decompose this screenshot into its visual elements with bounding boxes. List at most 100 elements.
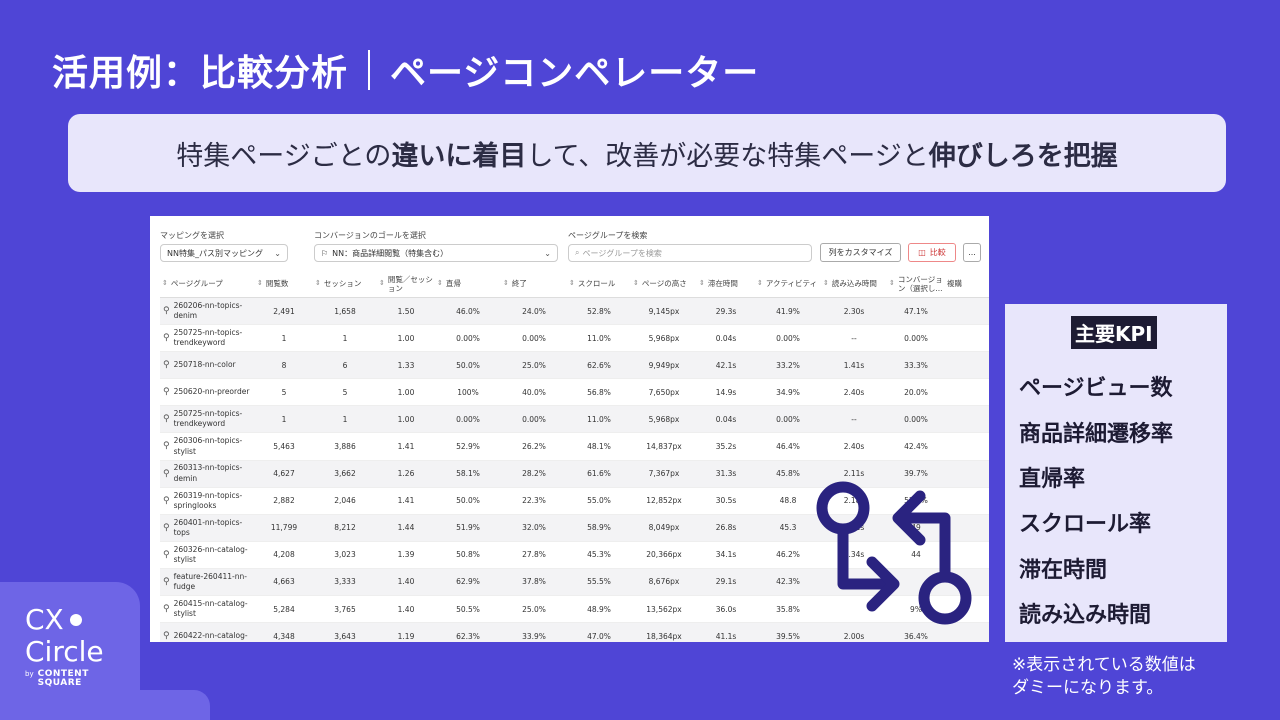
table-cell: 0.04s xyxy=(715,333,737,343)
pin-icon[interactable]: ⚲ xyxy=(163,332,170,344)
compare-icon: ◫ xyxy=(918,248,926,257)
table-cell: 45.8% xyxy=(776,469,800,479)
pin-icon[interactable]: ⚲ xyxy=(163,413,170,425)
column-header[interactable]: ⇕ コンバージョン（選択し... xyxy=(887,275,945,293)
table-row[interactable]: ⚲ 260306-nn-topics-stylist 5,463 3,886 1.41 5… xyxy=(160,433,989,461)
table-cell: 1.41s xyxy=(843,360,865,370)
table-cell: 1.19 xyxy=(397,631,415,641)
table-cell: 20.0% xyxy=(904,387,928,397)
table-cell: 1 xyxy=(281,414,287,424)
pin-icon[interactable]: ⚲ xyxy=(163,576,170,588)
table-cell: 37.8% xyxy=(522,577,546,587)
goal-select[interactable]: ⚐ NN：商品詳細閲覧（特集含む） ⌄ xyxy=(314,244,558,262)
page-group-name[interactable]: 260313-nn-topics-demin xyxy=(174,463,255,483)
search-input[interactable]: ⌕ ページグループを検索 xyxy=(568,244,812,262)
column-header[interactable]: ⇕ 滞在時間 xyxy=(697,279,755,288)
table-cell: 18,364px xyxy=(646,631,682,641)
table-cell: 5,968px xyxy=(648,414,680,424)
table-cell: 1.41 xyxy=(397,496,415,506)
compare-arrows-icon xyxy=(816,481,972,625)
column-header[interactable]: ⇕ 閲覧数 xyxy=(255,279,313,288)
logo-background-tail xyxy=(140,690,210,720)
page-group-name[interactable]: 260319-nn-topics-springlooks xyxy=(174,491,255,511)
more-button[interactable]: ... xyxy=(963,243,981,262)
logo-circle: Circle xyxy=(25,635,104,668)
page-group-name[interactable]: feature-260411-nn-fudge xyxy=(174,572,255,592)
table-cell: 11.0% xyxy=(587,333,611,343)
table-cell: 2,882 xyxy=(273,496,295,506)
column-header[interactable]: ⇕ ページグループ xyxy=(160,279,255,288)
pin-icon[interactable]: ⚲ xyxy=(163,630,170,642)
table-cell: 3,643 xyxy=(334,631,356,641)
page-group-name[interactable]: 250620-nn-preorder xyxy=(174,387,250,397)
table-cell: 41.1s xyxy=(715,631,737,641)
table-cell: 0.00% xyxy=(904,414,928,424)
column-header[interactable]: ⇕ 読み込み時間 xyxy=(821,279,887,288)
table-cell: 50.0% xyxy=(456,360,480,370)
column-header[interactable]: ⇕ ページの高さ xyxy=(631,279,697,288)
column-header[interactable]: 複購 xyxy=(945,279,965,288)
table-row[interactable]: ⚲ 250620-nn-preorder 5 5 1.00 100% 40.0% 56.8% 7… xyxy=(160,379,989,407)
table-cell: 62.9% xyxy=(456,577,480,587)
table-cell: 2.40s xyxy=(843,442,865,452)
column-header-label: アクティビティ xyxy=(765,279,818,288)
table-cell: 42.4% xyxy=(904,442,928,452)
compare-button[interactable]: ◫ 比較 xyxy=(908,243,956,262)
table-cell: 2.40s xyxy=(843,387,865,397)
table-cell: 1.00 xyxy=(397,387,415,397)
table-cell: 27.8% xyxy=(522,550,546,560)
table-cell: 5,968px xyxy=(648,333,680,343)
mapping-select[interactable]: NN特集_パス別マッピング ⌄ xyxy=(160,244,288,262)
table-cell: 13,562px xyxy=(646,604,682,614)
pin-icon[interactable]: ⚲ xyxy=(163,522,170,534)
table-cell: 1.26 xyxy=(397,469,415,479)
table-cell: 4,348 xyxy=(273,631,295,641)
table-cell: 2,046 xyxy=(334,496,356,506)
table-cell: 2.00s xyxy=(843,631,865,641)
pin-icon[interactable]: ⚲ xyxy=(163,440,170,452)
page-group-name[interactable]: 250725-nn-topics-trendkeyword xyxy=(174,328,255,348)
pin-icon[interactable]: ⚲ xyxy=(163,495,170,507)
table-cell: 8,212 xyxy=(334,523,356,533)
table-cell: 20,366px xyxy=(646,550,682,560)
table-cell: 50.0% xyxy=(456,496,480,506)
customize-columns-button[interactable]: 列をカスタマイズ xyxy=(820,243,901,262)
pin-icon[interactable]: ⚲ xyxy=(163,359,170,371)
table-cell: 4,208 xyxy=(273,550,295,560)
page-group-cell: ⚲ 260306-nn-topics-stylist xyxy=(160,436,255,456)
column-header[interactable]: ⇕ 終了 xyxy=(501,279,567,288)
mapping-label: マッピングを選択 xyxy=(160,231,224,240)
column-header[interactable]: ⇕ セッション xyxy=(313,279,377,288)
search-placeholder: ページグループを検索 xyxy=(582,248,662,258)
note-line-2: ダミーになります。 xyxy=(1012,677,1164,698)
pin-icon[interactable]: ⚲ xyxy=(163,386,170,398)
page-group-name[interactable]: 260306-nn-topics-stylist xyxy=(174,436,255,456)
table-row[interactable]: ⚲ 250725-nn-topics-trendkeyword 1 1 1.00 0.00… xyxy=(160,325,989,353)
column-header[interactable]: ⇕ スクロール xyxy=(567,279,631,288)
column-header[interactable]: ⇕ 直帰 xyxy=(435,279,501,288)
page-group-name[interactable]: 260206-nn-topics-denim xyxy=(174,301,255,321)
table-cell: 24.0% xyxy=(522,306,546,316)
pin-icon[interactable]: ⚲ xyxy=(163,468,170,480)
pin-icon[interactable]: ⚲ xyxy=(163,305,170,317)
cx-circle-logo: CX Circle by CONTENT SQUARE xyxy=(25,604,104,689)
page-group-name[interactable]: 250718-nn-color xyxy=(174,360,236,370)
column-header[interactable]: ⇕ 閲覧／セッション xyxy=(377,275,435,293)
page-group-name[interactable]: 260326-nn-catalog-stylist xyxy=(174,545,255,565)
table-row[interactable]: ⚲ 260206-nn-topics-denim 2,491 1,658 1.50 46.… xyxy=(160,298,989,326)
page-group-name[interactable]: 260401-nn-topics-tops xyxy=(174,518,255,538)
table-cell: 7,650px xyxy=(648,387,680,397)
table-row[interactable]: ⚲ 250725-nn-topics-trendkeyword 1 1 1.00 0.00… xyxy=(160,406,989,434)
page-group-name[interactable]: 250725-nn-topics-trendkeyword xyxy=(174,409,255,429)
table-row[interactable]: ⚲ 250718-nn-color 8 6 1.33 50.0% 25.0% 62.6% 9,9… xyxy=(160,352,989,380)
page-group-name[interactable]: 260422-nn-catalog- xyxy=(174,631,248,641)
pin-icon[interactable]: ⚲ xyxy=(163,603,170,615)
column-header[interactable]: ⇕ アクティビティ xyxy=(755,279,821,288)
table-cell: 8,049px xyxy=(648,523,680,533)
pin-icon[interactable]: ⚲ xyxy=(163,549,170,561)
column-header-label: ページグループ xyxy=(170,279,223,288)
kpi-item-load-time: 読み込み時間 xyxy=(1019,603,1152,628)
page-group-name[interactable]: 260415-nn-catalog-stylist xyxy=(174,599,255,619)
column-header-label: 複購 xyxy=(947,279,962,288)
table-cell: 36.0s xyxy=(715,604,737,614)
